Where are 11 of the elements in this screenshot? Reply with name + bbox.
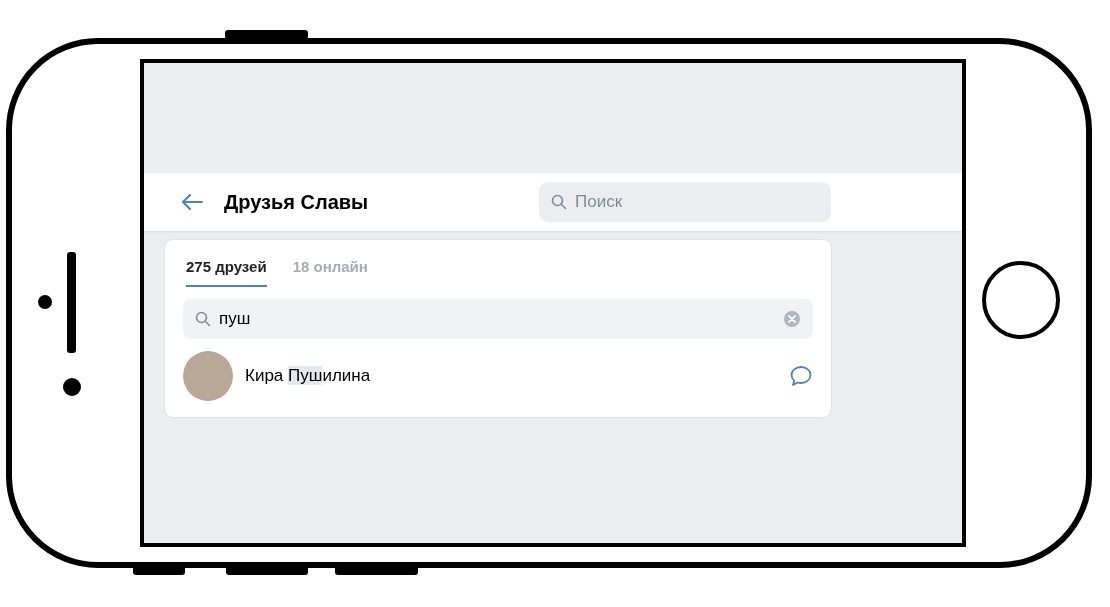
search-field[interactable]: Поиск: [539, 182, 831, 222]
friend-search-field[interactable]: пуш: [183, 299, 813, 339]
home-button[interactable]: [982, 261, 1060, 339]
speech-bubble-icon[interactable]: [789, 365, 813, 387]
page-title: Друзья Славы: [224, 190, 370, 214]
tab[interactable]: 275 друзей: [186, 240, 267, 287]
avatar-photo-placeholder[interactable]: [183, 351, 233, 401]
back-arrow-icon[interactable]: [180, 192, 204, 212]
friend-name[interactable]: Кира Пушилина: [245, 366, 777, 386]
search-icon: [551, 194, 567, 210]
search-icon: [195, 311, 211, 327]
